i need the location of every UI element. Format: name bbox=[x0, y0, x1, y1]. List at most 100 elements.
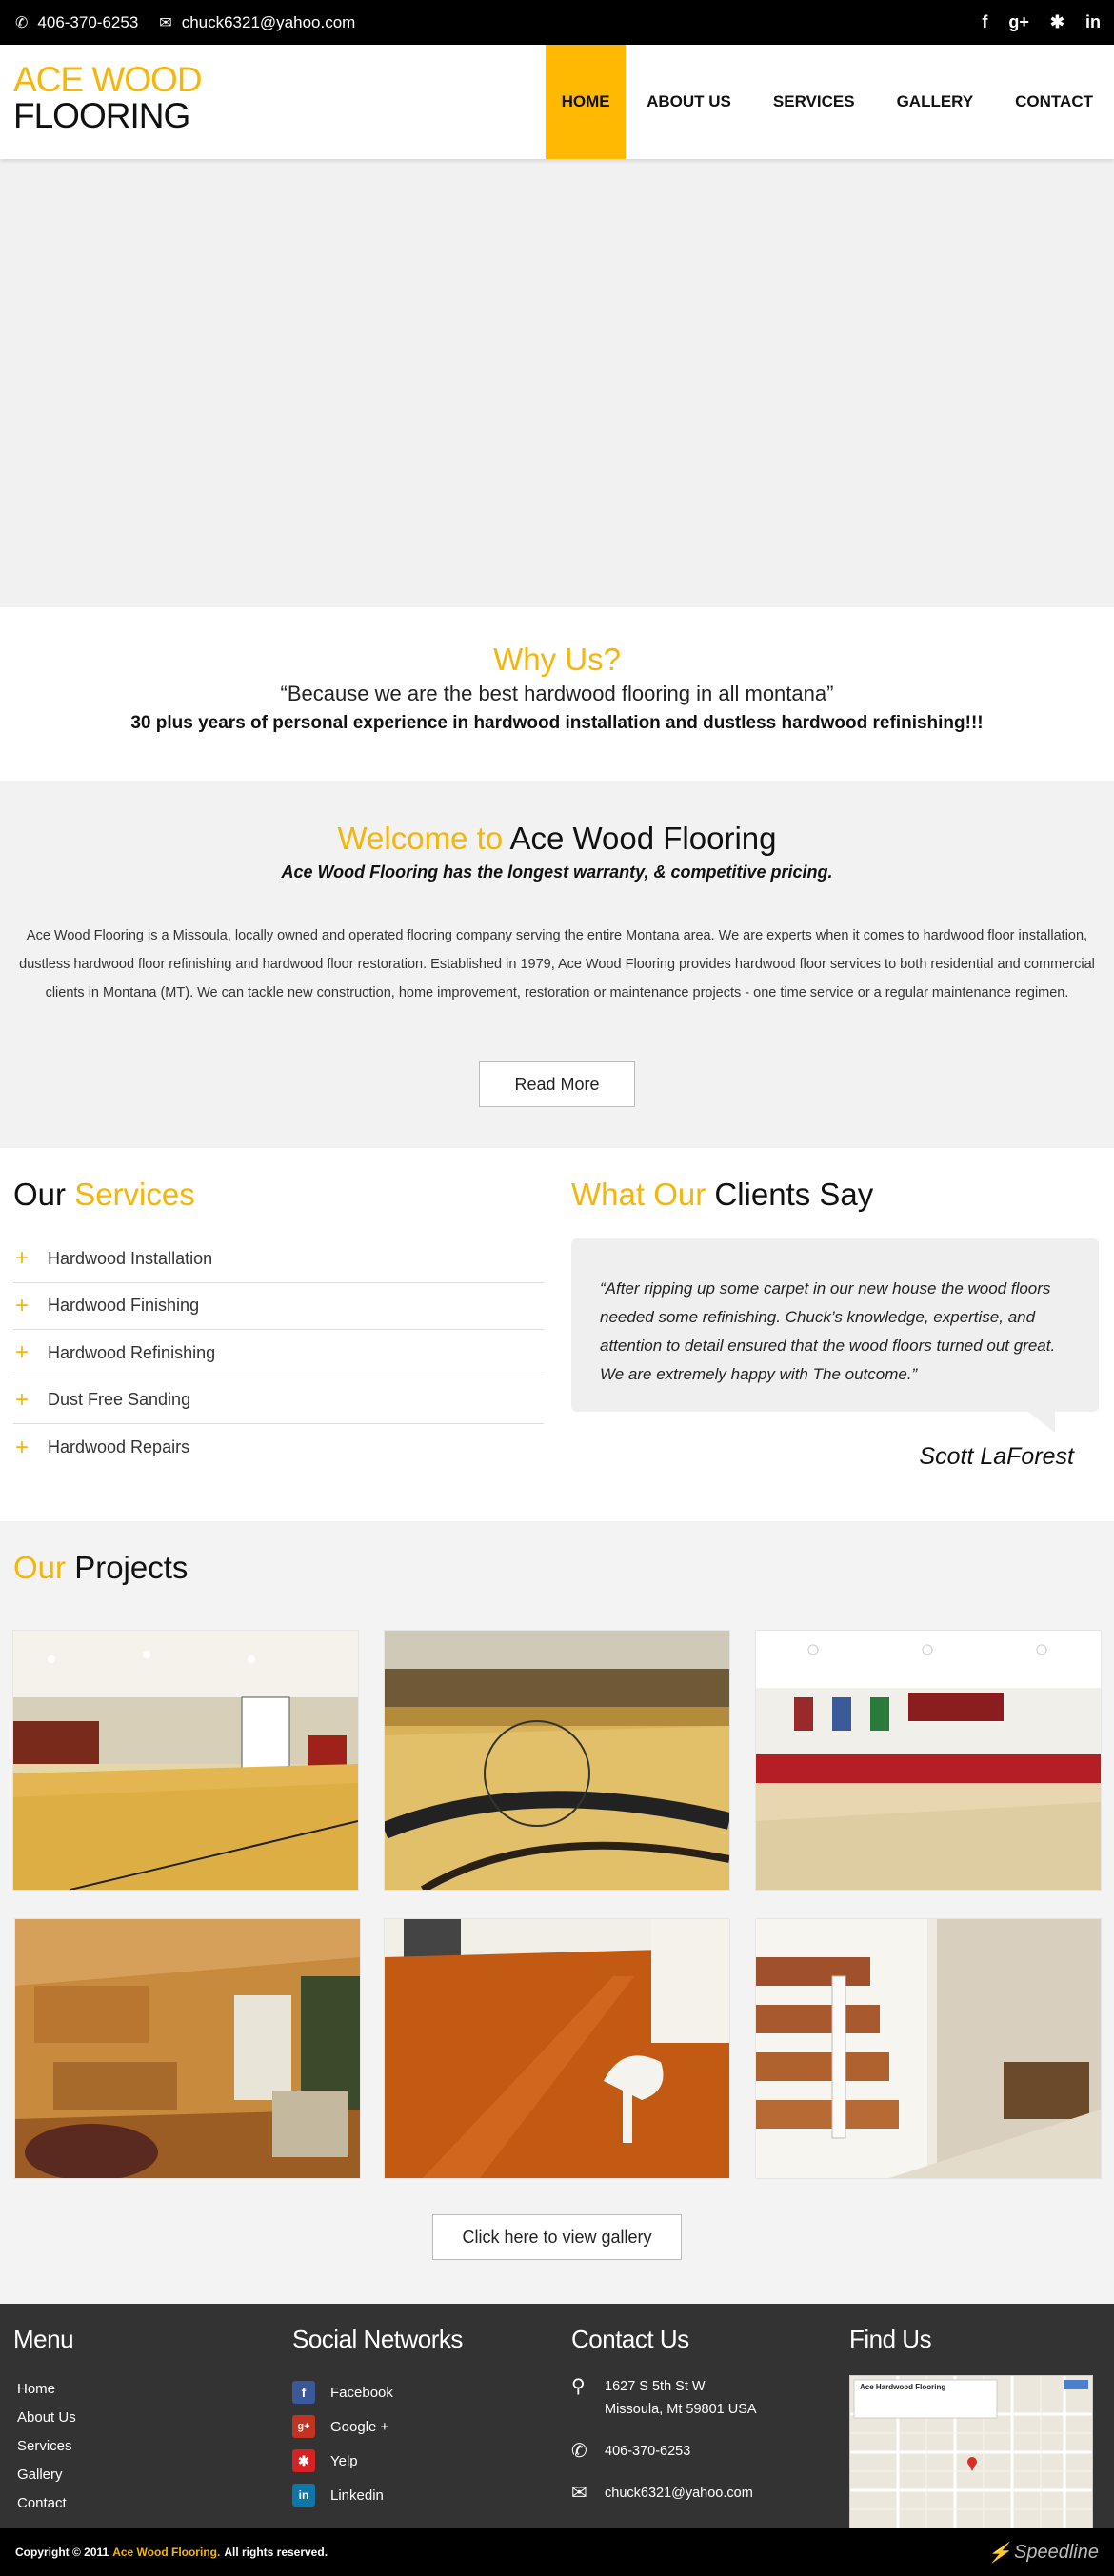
logo-line1: ACE WOOD bbox=[13, 60, 203, 99]
plus-icon: + bbox=[15, 1339, 30, 1366]
testimonial-bubble-tail bbox=[1028, 1412, 1055, 1433]
footer-email[interactable]: ✉ chuck6321@yahoo.com bbox=[571, 2482, 757, 2505]
project-image-gym-2[interactable] bbox=[385, 1631, 729, 1890]
main-nav: HOME ABOUT US SERVICES GALLERY CONTACT bbox=[546, 45, 1114, 159]
speedline-text: Speedline bbox=[1014, 2541, 1099, 2563]
view-gallery-button[interactable]: Click here to view gallery bbox=[432, 2214, 682, 2260]
map-place-label: Ace Hardwood Flooring bbox=[860, 2383, 946, 2391]
welcome-tagline: Ace Wood Flooring has the longest warran… bbox=[281, 862, 833, 882]
plus-icon: + bbox=[15, 1434, 30, 1460]
site-footer: Menu Home About Us Services Gallery Cont… bbox=[0, 2304, 1114, 2529]
footer-link-services[interactable]: Services bbox=[13, 2432, 76, 2461]
project-image-living-room[interactable] bbox=[385, 1919, 729, 2178]
projects-section: Our Projects Click here to view gallery bbox=[0, 1521, 1114, 2304]
google-plus-icon[interactable]: g+ bbox=[1008, 12, 1029, 32]
project-image-staircase[interactable] bbox=[756, 1919, 1101, 2178]
copyright: Copyright © 2011 Ace Wood Flooring. All … bbox=[15, 2528, 328, 2576]
service-item[interactable]: + Hardwood Repairs bbox=[13, 1424, 544, 1472]
hero-slider bbox=[0, 159, 1114, 607]
why-us-section: Why Us? “Because we are the best hardwoo… bbox=[0, 607, 1114, 781]
projects-title-accent: Our bbox=[13, 1550, 67, 1585]
testimonial-title-plain: Clients Say bbox=[714, 1177, 874, 1212]
linkedin-icon[interactable]: in bbox=[1085, 12, 1101, 32]
copyright-brand-link[interactable]: Ace Wood Flooring. bbox=[112, 2546, 220, 2559]
services-list: + Hardwood Installation + Hardwood Finishi… bbox=[13, 1236, 544, 1472]
service-item[interactable]: + Dust Free Sanding bbox=[13, 1377, 544, 1424]
footer-social-label: Linkedin bbox=[330, 2487, 384, 2504]
top-contact: ✆ 406-370-6253 ✉ chuck6321@yahoo.com bbox=[15, 0, 376, 45]
plus-icon: + bbox=[15, 1245, 30, 1272]
logo-line2: FLOORING bbox=[13, 96, 190, 135]
why-us-title: Why Us? bbox=[493, 642, 621, 677]
testimonial-title: What Our Clients Say bbox=[571, 1177, 873, 1213]
welcome-title: Welcome to Ace Wood Flooring bbox=[0, 821, 1114, 857]
phone-icon: ✆ bbox=[571, 2441, 587, 2462]
footer-social-title: Social Networks bbox=[292, 2325, 463, 2353]
project-image-kitchen[interactable] bbox=[15, 1919, 360, 2178]
footer-address-line1: 1627 S 5th St W bbox=[605, 2379, 706, 2394]
facebook-icon[interactable]: f bbox=[982, 12, 987, 32]
welcome-title-accent: Welcome to bbox=[337, 821, 504, 856]
projects-title-plain: Projects bbox=[74, 1550, 189, 1585]
footer-social-facebook[interactable]: f Facebook bbox=[292, 2375, 463, 2409]
top-social: f g+ ✱ in bbox=[982, 0, 1101, 45]
why-us-quote: “Because we are the best hardwood floori… bbox=[280, 682, 834, 705]
map-pin-icon: ⚲ bbox=[571, 2376, 586, 2397]
service-label: Dust Free Sanding bbox=[48, 1390, 191, 1410]
services-title: Our Services bbox=[13, 1177, 195, 1213]
service-item[interactable]: + Hardwood Refinishing bbox=[13, 1330, 544, 1377]
facebook-icon: f bbox=[292, 2381, 315, 2404]
footer-find-us: Find Us Ace Hardwood Flooring bbox=[849, 2325, 1093, 2529]
read-more-button[interactable]: Read More bbox=[479, 1061, 635, 1107]
logo[interactable]: ACE WOOD FLOORING bbox=[13, 60, 203, 135]
footer-contact-title: Contact Us bbox=[571, 2325, 689, 2353]
site-header: ACE WOOD FLOORING HOME ABOUT US SERVICES… bbox=[0, 45, 1114, 159]
welcome-title-rest: Ace Wood Flooring bbox=[509, 821, 777, 856]
footer-phone[interactable]: ✆ 406-370-6253 bbox=[571, 2440, 757, 2463]
welcome-body: Ace Wood Flooring is a Missoula, locally… bbox=[19, 928, 1095, 1001]
yelp-icon: ✱ bbox=[292, 2449, 315, 2472]
service-item[interactable]: + Hardwood Installation bbox=[13, 1236, 544, 1283]
google-plus-icon: g+ bbox=[292, 2415, 315, 2438]
copyright-prefix: Copyright © 2011 bbox=[15, 2546, 109, 2559]
top-phone[interactable]: ✆ 406-370-6253 bbox=[15, 13, 138, 32]
project-image-gym-1[interactable] bbox=[13, 1631, 358, 1890]
service-item[interactable]: + Hardwood Finishing bbox=[13, 1283, 544, 1330]
footer-link-home[interactable]: Home bbox=[13, 2375, 76, 2404]
embedded-map[interactable]: Ace Hardwood Flooring bbox=[849, 2375, 1093, 2529]
footer-social-label: Facebook bbox=[330, 2384, 393, 2401]
welcome-section: Welcome to Ace Wood Flooring Ace Wood Fl… bbox=[0, 781, 1114, 1148]
footer-social-label: Yelp bbox=[330, 2452, 358, 2469]
nav-about-us[interactable]: ABOUT US bbox=[626, 45, 752, 159]
footer-social-label: Google + bbox=[330, 2418, 389, 2435]
projects-title: Our Projects bbox=[13, 1550, 188, 1586]
project-image-gym-3[interactable] bbox=[756, 1631, 1101, 1890]
footer-menu-title: Menu bbox=[13, 2325, 74, 2353]
envelope-icon: ✉ bbox=[571, 2483, 587, 2504]
footer-address: ⚲ 1627 S 5th St W Missoula, Mt 59801 USA bbox=[571, 2375, 757, 2421]
nav-services[interactable]: SERVICES bbox=[752, 45, 876, 159]
testimonial-title-accent: What Our bbox=[571, 1177, 706, 1212]
phone-icon: ✆ bbox=[15, 14, 29, 31]
top-email[interactable]: ✉ chuck6321@yahoo.com bbox=[159, 13, 355, 32]
top-bar: ✆ 406-370-6253 ✉ chuck6321@yahoo.com f g… bbox=[0, 0, 1114, 45]
footer-link-gallery[interactable]: Gallery bbox=[13, 2461, 76, 2489]
top-phone-text: 406-370-6253 bbox=[37, 12, 139, 31]
nav-home[interactable]: HOME bbox=[546, 45, 627, 159]
linkedin-icon: in bbox=[292, 2484, 315, 2507]
testimonial-author: Scott LaForest bbox=[919, 1443, 1074, 1470]
footer-social-linkedin[interactable]: in Linkedin bbox=[292, 2478, 463, 2512]
service-label: Hardwood Repairs bbox=[48, 1437, 190, 1457]
footer-social-yelp[interactable]: ✱ Yelp bbox=[292, 2444, 463, 2478]
footer-link-about-us[interactable]: About Us bbox=[13, 2404, 76, 2432]
speedline-logo[interactable]: ⚡ Speedline bbox=[987, 2528, 1099, 2576]
yelp-icon[interactable]: ✱ bbox=[1050, 12, 1064, 32]
footer-social: Social Networks f Facebook g+ Google + ✱ Ye… bbox=[292, 2325, 463, 2512]
why-us-subtitle: 30 plus years of personal experience in … bbox=[130, 713, 984, 733]
footer-social-google[interactable]: g+ Google + bbox=[292, 2409, 463, 2444]
footer-link-contact[interactable]: Contact bbox=[13, 2489, 76, 2518]
nav-contact[interactable]: CONTACT bbox=[994, 45, 1114, 159]
service-label: Hardwood Refinishing bbox=[48, 1342, 216, 1362]
nav-gallery[interactable]: GALLERY bbox=[876, 45, 995, 159]
envelope-icon: ✉ bbox=[159, 14, 172, 31]
